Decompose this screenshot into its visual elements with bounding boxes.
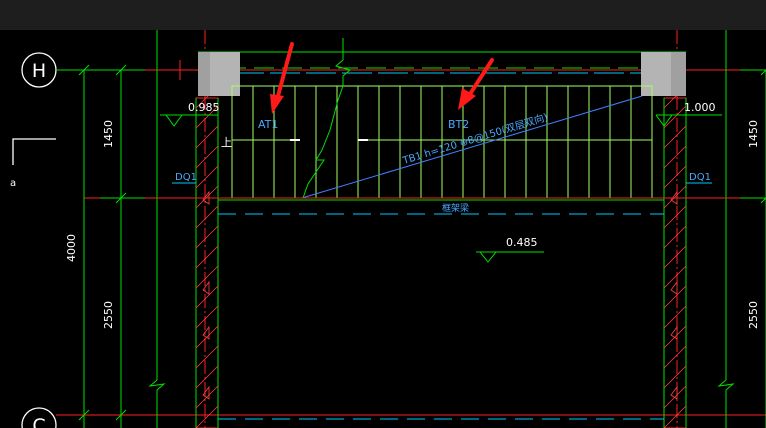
stair-label-at1: AT1 <box>258 118 278 131</box>
title-bar <box>0 0 766 30</box>
floor-beam <box>157 197 726 420</box>
dim-right-upper: 1450 <box>747 120 760 148</box>
beam-tag-left: DQ1 <box>172 172 197 184</box>
wall-left <box>195 85 219 428</box>
stair-slope-line <box>301 95 643 199</box>
section-mark-label: a <box>10 178 16 189</box>
dim-left-total: 4000 <box>65 234 78 262</box>
beam-below-label: 框架梁 <box>442 202 469 214</box>
elevation-mid-value: 0.485 <box>506 236 538 249</box>
stair-label-bt2: BT2 <box>448 118 469 131</box>
annotation-arrow-left <box>270 42 294 114</box>
elevation-mid <box>476 251 544 263</box>
elevation-right-value: 1.000 <box>684 101 716 114</box>
up-marker: 上 <box>221 136 232 149</box>
beam-tag-right-text: DQ1 <box>689 172 711 183</box>
break-line <box>302 38 352 199</box>
axis-label-h: H <box>32 60 46 82</box>
stair-note: TB1 h=120 ⊕8@150(双层双向) <box>400 110 549 167</box>
column-left <box>198 52 240 96</box>
axis-label-c: C <box>32 415 45 428</box>
elevation-left <box>160 114 218 127</box>
elevation-left-value: 0.985 <box>188 101 220 114</box>
stair-flight <box>231 85 653 199</box>
dim-right-lower: 2550 <box>747 301 760 329</box>
column-right <box>641 52 686 96</box>
axis-bubble-c: C <box>21 407 57 428</box>
beam-tag-right: DQ1 <box>686 172 712 184</box>
dim-left-lower: 2550 <box>102 301 115 329</box>
section-mark <box>12 138 56 165</box>
dim-left-upper: 1450 <box>102 120 115 148</box>
beam-tag-left-text: DQ1 <box>175 172 197 183</box>
elevation-right <box>655 114 722 127</box>
cad-drawing-canvas[interactable]: H C 1450 2550 4000 1450 2550 DQ1 DQ1 0.9… <box>0 30 766 428</box>
axis-bubble-h: H <box>21 52 57 88</box>
wall-right <box>663 85 687 428</box>
